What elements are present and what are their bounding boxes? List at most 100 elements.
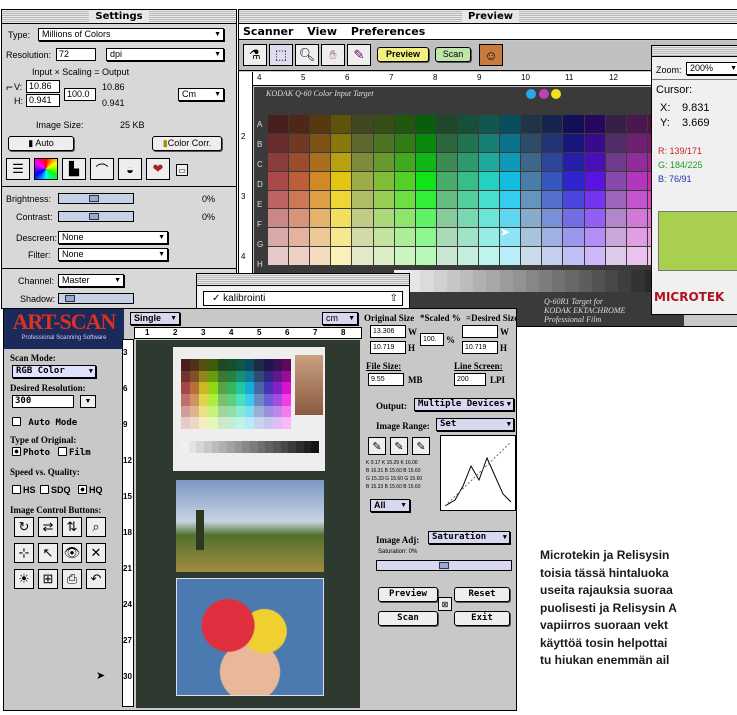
output-select[interactable]: Multiple Devices	[414, 398, 514, 411]
channel-all-select[interactable]: All	[370, 499, 410, 512]
flip-icon[interactable]: ⇅	[62, 517, 82, 537]
red-readout: R: 139/171	[658, 146, 703, 156]
v-input[interactable]: 10.86	[26, 80, 60, 93]
color-patch	[584, 209, 605, 228]
histogram-icon[interactable]: ▙	[62, 158, 86, 180]
desired-width-input[interactable]	[462, 325, 498, 338]
auto-mode-box[interactable]	[12, 417, 21, 426]
sdq-radio[interactable]: SDQ	[40, 485, 71, 495]
hand-tool-icon[interactable]: ✋︎	[321, 44, 345, 66]
auto-button[interactable]: ▮ Auto	[8, 136, 74, 151]
photo-avatar-icon[interactable]: ☺	[479, 44, 503, 66]
link-toggle-icon[interactable]: ⊠	[438, 597, 452, 611]
article-line: vapiirros suoraan vekt	[540, 618, 669, 632]
original-width-input[interactable]: 13.306	[370, 325, 406, 338]
menu-preferences[interactable]: Preferences	[351, 25, 425, 38]
artscan-preview-image[interactable]	[136, 340, 360, 708]
artscan-reset-button[interactable]: Reset	[454, 587, 510, 602]
levels-icon[interactable]: ☰	[6, 158, 30, 180]
target-color-dots	[526, 89, 562, 101]
selection-tool-icon[interactable]: ⬚	[269, 44, 293, 66]
preview-titlebar[interactable]: Preview	[239, 10, 737, 24]
eyedropper-tool-icon[interactable]: ✎	[347, 44, 371, 66]
shadow-slider[interactable]	[58, 293, 134, 304]
channel-select[interactable]: Master	[58, 274, 124, 287]
crop-icon[interactable]: ⊹	[14, 543, 34, 563]
menu-view[interactable]: View	[307, 25, 337, 38]
film-radio[interactable]: Film	[58, 447, 91, 458]
filter-select[interactable]: None	[58, 248, 168, 261]
collapse-icon[interactable]: ▭	[176, 164, 188, 176]
calibration-titlebar[interactable]	[197, 274, 409, 286]
info-titlebar[interactable]	[652, 46, 737, 57]
image-adj-select[interactable]: Saturation	[428, 531, 510, 544]
single-select[interactable]: Single	[130, 312, 180, 325]
scan-mode-select[interactable]: RGB Color	[12, 365, 96, 378]
size-unit-select[interactable]: Cm	[178, 88, 224, 101]
calibration-item[interactable]: ✓ kalibrointi ⇧	[203, 291, 403, 306]
color-patch	[181, 382, 191, 394]
artscan-scan-button[interactable]: Scan	[378, 611, 438, 626]
type-select[interactable]: Millions of Colors	[38, 28, 224, 41]
hq-radio[interactable]: HQ	[78, 485, 103, 495]
auto-mode-checkbox[interactable]: Auto Mode	[12, 417, 77, 428]
ruler-tick-label: 6	[123, 384, 128, 393]
resolution-unit-select[interactable]: dpi	[106, 48, 224, 61]
preview-button[interactable]: Preview	[377, 47, 429, 62]
tone-icon[interactable]: ◒	[118, 158, 142, 180]
line-screen-input[interactable]: 200	[454, 373, 486, 386]
eye-icon[interactable]: 👁︎	[62, 543, 82, 563]
scanner-tool-icon[interactable]: ⚗	[243, 44, 267, 66]
color-patch	[373, 190, 394, 209]
menu-scanner[interactable]: Scanner	[243, 25, 293, 38]
cancel-icon[interactable]: ✕	[86, 543, 106, 563]
artscan-top-ruler: 1 2 3 4 5 6 7 8	[134, 327, 362, 339]
ruler-tick-label: 9	[123, 420, 128, 429]
color-wheel-icon[interactable]	[34, 158, 58, 180]
brightness-slider[interactable]	[58, 193, 134, 204]
color-patch	[584, 152, 605, 171]
desired-resolution-input[interactable]: 300	[12, 395, 74, 408]
h-input[interactable]: 0.941	[26, 94, 60, 107]
saturation-slider[interactable]	[376, 560, 512, 571]
color-patch	[457, 228, 479, 247]
magnify-icon[interactable]: ⌕	[86, 517, 106, 537]
print-icon[interactable]: ⎙	[62, 569, 82, 589]
mirror-icon[interactable]: ⇄	[38, 517, 58, 537]
zoom-select[interactable]: 200%	[686, 62, 737, 75]
undo-icon[interactable]: ↶	[86, 569, 106, 589]
histogram-graph[interactable]	[440, 435, 516, 511]
black-eyedropper-icon[interactable]: ✎	[368, 437, 386, 455]
hs-radio[interactable]: HS	[12, 485, 36, 495]
brightness-icon[interactable]: ☀	[14, 569, 34, 589]
artscan-exit-button[interactable]: Exit	[454, 611, 510, 626]
color-patch	[331, 228, 352, 247]
desired-height-input[interactable]: 10.719	[462, 341, 498, 354]
pointer-icon[interactable]: ↖	[38, 543, 58, 563]
gray-eyedropper-icon[interactable]: ✎	[390, 437, 408, 455]
rotate-icon[interactable]: ↻	[14, 517, 34, 537]
artscan-preview-button[interactable]: Preview	[378, 587, 438, 602]
scan-button[interactable]: Scan	[435, 47, 471, 62]
color-patch	[181, 370, 191, 383]
contrast-slider[interactable]	[58, 211, 134, 222]
color-corr-button[interactable]: ▮Color Corr.	[152, 136, 222, 151]
image-range-select[interactable]: Set	[436, 418, 514, 431]
filter-icon[interactable]: ❤	[146, 158, 170, 180]
curves-icon[interactable]: ⌒	[90, 158, 114, 180]
zoom-tool-icon[interactable]: 🔍︎	[295, 44, 319, 66]
settings-titlebar[interactable]: Settings	[2, 10, 236, 24]
save-icon[interactable]: ⊞	[38, 569, 58, 589]
photo-radio[interactable]: Photo	[12, 447, 50, 458]
green-readout: G: 184/225	[658, 160, 703, 170]
white-eyedropper-icon[interactable]: ✎	[412, 437, 430, 455]
resolution-dropdown-icon[interactable]: ▼	[80, 395, 96, 408]
resolution-input[interactable]: 72	[56, 48, 96, 61]
color-patch	[563, 133, 584, 152]
scaled-input[interactable]: 100.	[420, 333, 444, 346]
unit-select[interactable]: cm	[322, 312, 358, 325]
sdq-label: SDQ	[51, 485, 71, 495]
original-height-input[interactable]: 10.719	[370, 341, 406, 354]
scaling-input[interactable]: 100.0	[64, 88, 96, 101]
descreen-select[interactable]: None	[58, 231, 168, 244]
